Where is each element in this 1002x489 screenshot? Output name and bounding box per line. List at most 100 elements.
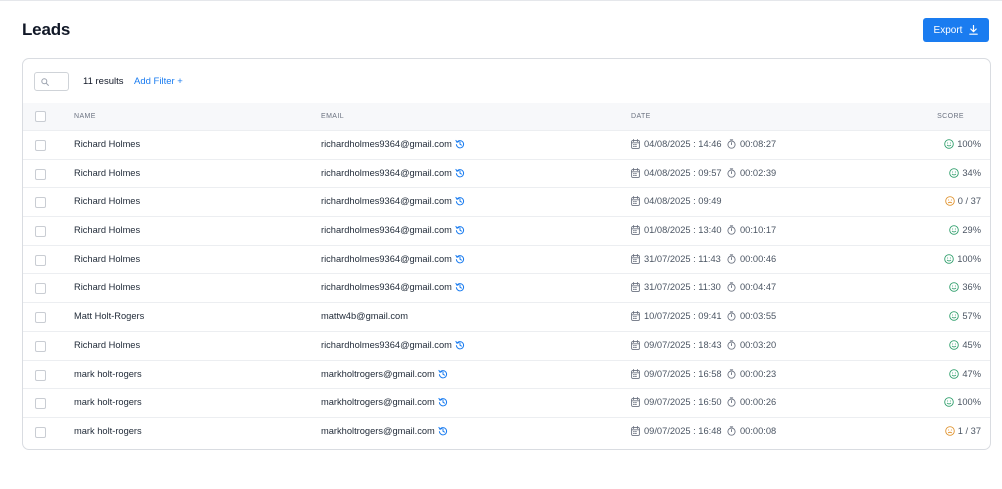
table-row[interactable]: mark holt-rogers markholtrogers@gmail.com… bbox=[23, 416, 990, 446]
lead-email: mattw4b@gmail.com bbox=[321, 311, 408, 321]
lead-email-text: richardholmes9364@gmail.com bbox=[321, 339, 452, 350]
table-row[interactable]: Richard Holmes richardholmes9364@gmail.co… bbox=[23, 187, 990, 216]
row-checkbox[interactable] bbox=[35, 369, 46, 381]
lead-score-text: 47% bbox=[962, 368, 981, 379]
row-checkbox[interactable] bbox=[35, 340, 46, 352]
table-body: Richard Holmes richardholmes9364@gmail.co… bbox=[23, 130, 990, 446]
row-checkbox[interactable] bbox=[35, 140, 46, 151]
calendar-icon bbox=[631, 397, 640, 408]
lead-duration: 00:04:47 bbox=[727, 282, 776, 292]
table-row[interactable]: Matt Holt-Rogers mattw4b@gmail.com 10/07/2… bbox=[23, 302, 990, 331]
smile-icon bbox=[949, 225, 960, 235]
history-icon[interactable] bbox=[455, 225, 465, 235]
lead-duration-text: 00:03:20 bbox=[740, 339, 777, 350]
lead-email-text: markholtrogers@gmail.com bbox=[321, 397, 435, 408]
lead-date: 31/07/2025 : 11:43 bbox=[631, 254, 721, 264]
lead-duration-text: 00:02:39 bbox=[740, 167, 777, 178]
lead-duration-text: 00:00:46 bbox=[740, 253, 777, 264]
lead-duration: 00:03:20 bbox=[727, 340, 776, 350]
row-checkbox[interactable] bbox=[35, 226, 46, 238]
timer-icon bbox=[727, 139, 736, 149]
history-icon[interactable] bbox=[438, 369, 448, 379]
lead-score-text: 100% bbox=[957, 253, 981, 264]
table-row[interactable]: mark holt-rogers markholtrogers@gmail.com… bbox=[23, 359, 990, 389]
lead-date-text: 31/07/2025 : 11:30 bbox=[644, 282, 721, 293]
history-icon[interactable] bbox=[438, 426, 448, 436]
timer-icon bbox=[727, 225, 736, 235]
row-checkbox[interactable] bbox=[35, 426, 46, 438]
lead-date: 04/08/2025 : 14:46 bbox=[631, 139, 722, 149]
history-icon[interactable] bbox=[455, 168, 465, 178]
table-row[interactable]: mark holt-rogers markholtrogers@gmail.com… bbox=[23, 388, 990, 417]
search-icon bbox=[41, 77, 49, 86]
lead-score: 29% bbox=[949, 225, 981, 235]
table-row[interactable]: Richard Holmes richardholmes9364@gmail.co… bbox=[23, 158, 990, 188]
table-row[interactable]: Richard Holmes richardholmes9364@gmail.co… bbox=[23, 216, 990, 245]
history-icon[interactable] bbox=[455, 254, 465, 264]
search-input[interactable] bbox=[34, 72, 69, 91]
table-row[interactable]: Richard Holmes richardholmes9364@gmail.co… bbox=[23, 273, 990, 302]
lead-date-text: 04/08/2025 : 09:49 bbox=[644, 196, 722, 207]
lead-duration-text: 00:00:23 bbox=[740, 368, 777, 379]
history-icon[interactable] bbox=[455, 340, 465, 350]
table-row[interactable]: Richard Holmes richardholmes9364@gmail.co… bbox=[23, 244, 990, 274]
lead-score-text: 36% bbox=[962, 282, 981, 293]
results-count: 11 results bbox=[83, 76, 124, 87]
lead-score-text: 0 / 37 bbox=[957, 196, 981, 207]
smile-icon bbox=[944, 139, 954, 149]
column-header-name[interactable]: NAME bbox=[74, 113, 96, 120]
lead-duration: 00:00:26 bbox=[727, 397, 776, 407]
export-button[interactable]: Export bbox=[923, 18, 989, 42]
lead-duration-text: 00:00:26 bbox=[740, 397, 777, 408]
column-header-score[interactable]: SCORE bbox=[937, 113, 964, 120]
lead-email-text: markholtrogers@gmail.com bbox=[321, 368, 435, 379]
lead-score: 100% bbox=[944, 139, 981, 149]
row-checkbox[interactable] bbox=[35, 254, 46, 266]
smile-icon bbox=[949, 368, 960, 379]
neutral-face-icon bbox=[944, 196, 955, 207]
lead-name: mark holt-rogers bbox=[74, 425, 142, 436]
lead-date-text: 09/07/2025 : 18:43 bbox=[644, 339, 722, 350]
lead-date-text: 09/07/2025 : 16:50 bbox=[644, 397, 722, 408]
lead-duration: 00:10:17 bbox=[727, 225, 776, 235]
lead-date-text: 09/07/2025 : 16:48 bbox=[644, 425, 722, 436]
add-filter-link[interactable]: Add Filter + bbox=[134, 76, 183, 87]
lead-date: 09/07/2025 : 18:43 bbox=[631, 340, 722, 350]
calendar-icon bbox=[631, 425, 640, 436]
row-checkbox[interactable] bbox=[35, 283, 46, 295]
calendar-icon bbox=[631, 311, 640, 321]
top-divider bbox=[0, 0, 1002, 1]
column-header-date[interactable]: DATE bbox=[631, 113, 651, 120]
row-checkbox[interactable] bbox=[35, 168, 46, 180]
lead-date: 31/07/2025 : 11:30 bbox=[631, 282, 721, 292]
select-all-checkbox[interactable] bbox=[35, 111, 46, 122]
smile-icon bbox=[949, 167, 960, 178]
lead-name: Richard Holmes bbox=[74, 282, 141, 293]
history-icon[interactable] bbox=[438, 397, 448, 407]
lead-name: mark holt-rogers bbox=[74, 397, 142, 408]
lead-date: 04/08/2025 : 09:49 bbox=[631, 196, 722, 206]
lead-email: richardholmes9364@gmail.com bbox=[321, 340, 465, 350]
smile-icon bbox=[949, 340, 960, 350]
history-icon[interactable] bbox=[455, 139, 465, 149]
lead-score: 1 / 37 bbox=[944, 426, 981, 436]
lead-email-text: richardholmes9364@gmail.com bbox=[321, 225, 452, 236]
row-checkbox[interactable] bbox=[35, 312, 46, 324]
timer-icon bbox=[727, 254, 736, 264]
lead-date: 09/07/2025 : 16:50 bbox=[631, 397, 722, 407]
lead-score: 47% bbox=[949, 369, 981, 379]
table-row[interactable]: Richard Holmes richardholmes9364@gmail.co… bbox=[23, 130, 990, 159]
table-header: NAME EMAIL DATE SCORE bbox=[23, 103, 990, 130]
column-header-email[interactable]: EMAIL bbox=[321, 113, 344, 120]
lead-date-text: 31/07/2025 : 11:43 bbox=[644, 253, 721, 264]
row-checkbox[interactable] bbox=[35, 398, 46, 410]
history-icon[interactable] bbox=[455, 282, 465, 292]
lead-date: 09/07/2025 : 16:58 bbox=[631, 369, 722, 379]
lead-score-text: 100% bbox=[957, 139, 981, 149]
timer-icon bbox=[727, 168, 736, 178]
row-checkbox[interactable] bbox=[35, 197, 46, 209]
table-row[interactable]: Richard Holmes richardholmes9364@gmail.co… bbox=[23, 330, 990, 360]
lead-date-text: 04/08/2025 : 09:57 bbox=[644, 167, 722, 178]
history-icon[interactable] bbox=[455, 196, 465, 206]
lead-date: 04/08/2025 : 09:57 bbox=[631, 168, 722, 178]
